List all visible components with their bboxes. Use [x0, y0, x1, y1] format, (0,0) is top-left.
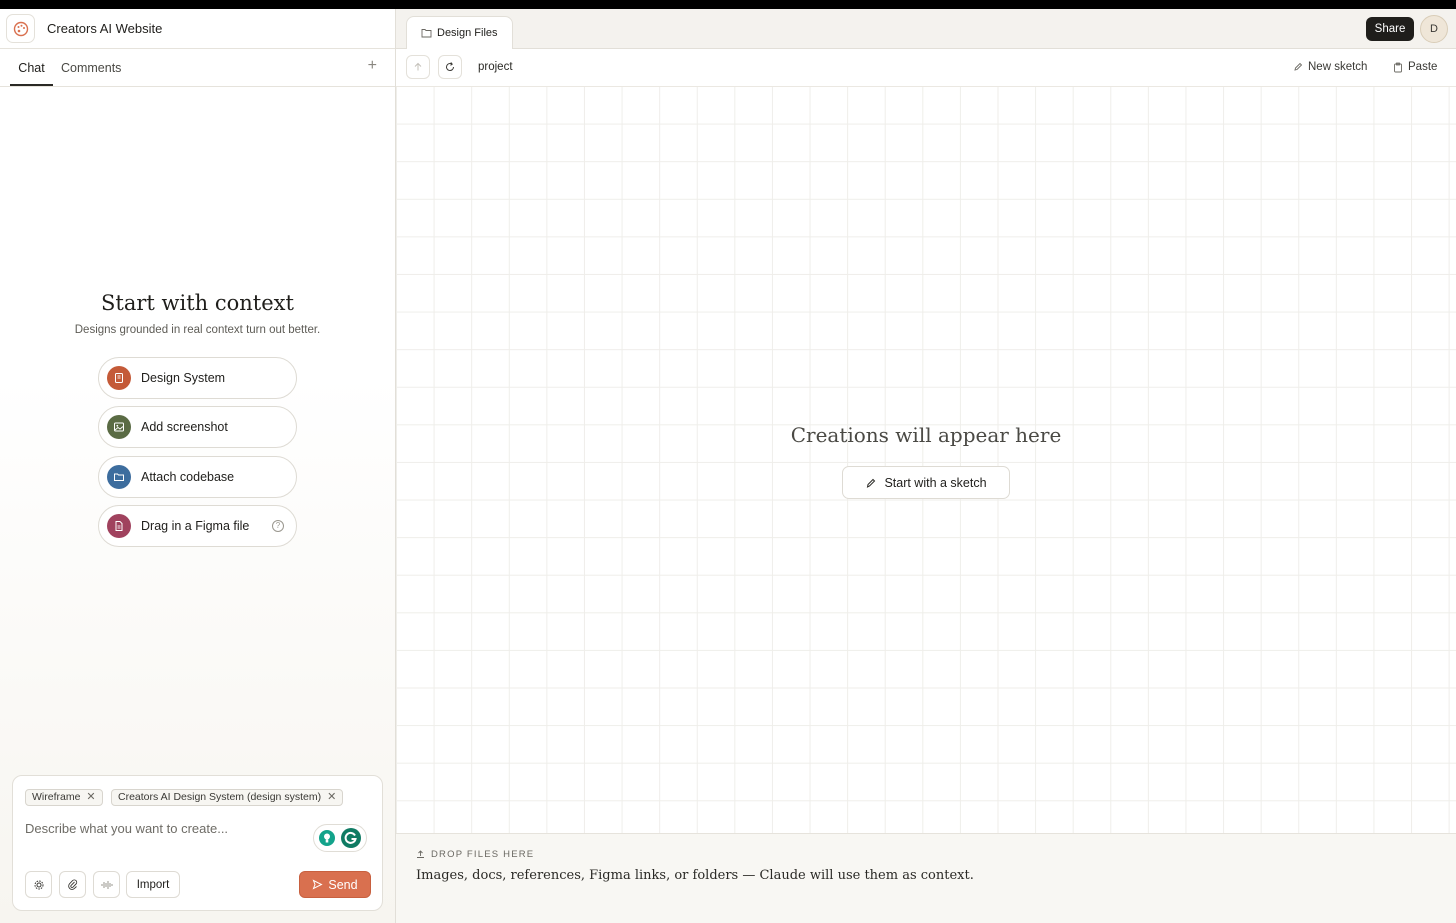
app-window: Creators AI Website Chat Comments + Star… [0, 9, 1456, 923]
paste-button[interactable]: Paste [1393, 61, 1437, 73]
close-icon[interactable]: ✕ [327, 790, 336, 805]
image-icon [107, 415, 131, 439]
panel-tabs: Chat Comments + [0, 49, 395, 87]
drop-zone[interactable]: DROP FILES HERE Images, docs, references… [396, 833, 1456, 923]
grammarly-widget[interactable] [313, 824, 367, 852]
breadcrumb[interactable]: project [478, 61, 513, 73]
figma-file-label: Drag in a Figma file [141, 519, 250, 533]
design-system-button[interactable]: Design System [98, 357, 297, 399]
add-screenshot-button[interactable]: Add screenshot [98, 406, 297, 448]
add-screenshot-label: Add screenshot [141, 420, 228, 434]
chat-panel: Creators AI Website Chat Comments + Star… [0, 9, 396, 923]
tab-chat[interactable]: Chat [10, 49, 53, 86]
figma-file-button[interactable]: Drag in a Figma file ? [98, 505, 297, 547]
chip-label: Creators AI Design System (design system… [118, 791, 322, 803]
context-chip-wireframe: Wireframe ✕ [25, 789, 103, 806]
tab-comments[interactable]: Comments [61, 49, 121, 86]
clipboard-icon [1394, 62, 1402, 72]
send-icon [312, 879, 324, 890]
right-header: Design Files Share D [396, 9, 1456, 49]
close-icon[interactable]: ✕ [86, 790, 95, 805]
pencil-icon [1294, 62, 1303, 71]
send-label: Send [328, 877, 358, 892]
upload-icon [417, 850, 424, 858]
help-icon[interactable]: ? [272, 520, 284, 532]
lightbulb-icon [319, 830, 335, 846]
files-toolbar: project New sketch Paste [396, 49, 1456, 87]
start-sketch-label: Start with a sketch [884, 475, 987, 490]
empty-state-title: Creations will appear here [790, 423, 1062, 447]
voice-button[interactable] [93, 871, 120, 898]
paperclip-icon [67, 879, 77, 890]
screen-top-edge [0, 0, 1456, 9]
prompt-input[interactable] [25, 818, 305, 838]
file-tab-label: Design Files [437, 27, 498, 39]
add-tab-button[interactable]: + [368, 57, 377, 75]
context-chip-design-system: Creators AI Design System (design system… [111, 789, 344, 806]
folder-icon [421, 29, 432, 38]
design-files-panel: Design Files Share D project New sketch … [396, 9, 1456, 923]
pencil-icon [867, 478, 876, 488]
refresh-icon [446, 62, 454, 71]
refresh-button[interactable] [438, 55, 462, 79]
project-title: Creators AI Website [47, 21, 163, 36]
attach-codebase-button[interactable]: Attach codebase [98, 456, 297, 498]
drop-zone-description: Images, docs, references, Figma links, o… [416, 868, 974, 883]
drop-zone-label-text: DROP FILES HERE [431, 849, 535, 860]
context-title: Start with context [101, 291, 294, 315]
chat-composer: Wireframe ✕ Creators AI Design System (d… [12, 775, 383, 911]
arrow-up-icon [414, 62, 422, 71]
new-sketch-button[interactable]: New sketch [1293, 61, 1367, 73]
context-subtitle: Designs grounded in real context turn ou… [74, 324, 321, 336]
chip-label: Wireframe [32, 791, 81, 803]
gear-icon [34, 880, 43, 889]
palette-logo-icon[interactable] [6, 14, 35, 43]
settings-button[interactable] [25, 871, 52, 898]
book-icon [107, 366, 131, 390]
attach-button[interactable] [59, 871, 86, 898]
new-sketch-label: New sketch [1308, 61, 1368, 73]
send-button[interactable]: Send [299, 871, 371, 898]
grammarly-icon [341, 828, 361, 848]
start-sketch-button[interactable]: Start with a sketch [842, 466, 1010, 499]
tab-design-files[interactable]: Design Files [406, 16, 513, 49]
attach-codebase-label: Attach codebase [141, 470, 235, 484]
design-system-label: Design System [141, 371, 226, 385]
paste-label: Paste [1408, 61, 1438, 73]
file-icon [107, 514, 131, 538]
folder-icon [107, 465, 131, 489]
avatar[interactable]: D [1420, 15, 1448, 43]
canvas-grid[interactable]: Creations will appear here Start with a … [396, 87, 1456, 833]
drop-zone-label: DROP FILES HERE [416, 849, 534, 860]
waveform-icon [101, 880, 112, 889]
up-button[interactable] [406, 55, 430, 79]
import-button[interactable]: Import [126, 871, 180, 898]
share-button[interactable]: Share [1366, 17, 1414, 41]
left-header: Creators AI Website [0, 9, 395, 49]
